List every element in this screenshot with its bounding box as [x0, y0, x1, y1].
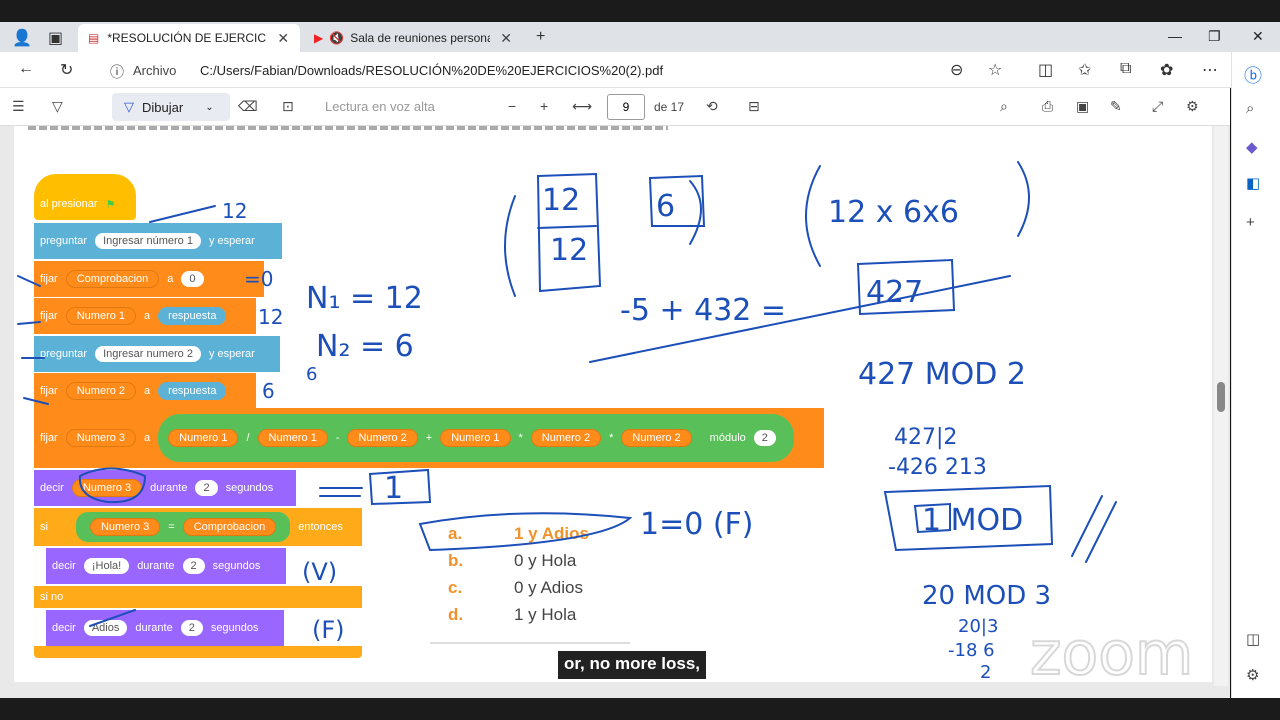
- minimize-icon[interactable]: —: [1168, 28, 1182, 44]
- subtitle-caption: or, no more loss,: [558, 651, 707, 679]
- scrollbar-thumb[interactable]: [1217, 382, 1225, 412]
- ink-div-e: 2: [980, 662, 991, 683]
- draw-button[interactable]: ▽ Dibujar ⌄: [112, 93, 230, 121]
- extensions-icon[interactable]: ✿: [1160, 60, 1173, 80]
- text-icon[interactable]: ⊡: [282, 98, 294, 115]
- ink-div-c: 20|3: [958, 616, 998, 637]
- collections-icon[interactable]: ⧉: [1120, 60, 1131, 78]
- zoom-watermark: zoom: [1030, 619, 1193, 689]
- tab-pdf[interactable]: ▤ *RESOLUCIÓN DE EJERCICIOS (2) ✕: [78, 24, 300, 52]
- pdf-toolbar: ☰ ▽ ▽ Dibujar ⌄ ⌫ ⊡ Lectura en voz alta …: [0, 88, 1230, 126]
- scrollbar[interactable]: [1214, 126, 1228, 686]
- ink-v: (V): [302, 558, 337, 586]
- tab-actions-icon[interactable]: ▣: [48, 28, 63, 48]
- ink-line2: -5 + 432 =: [620, 293, 786, 328]
- pdf-icon: ▤: [88, 31, 100, 45]
- zoom-icon[interactable]: ⊖: [950, 60, 963, 80]
- ink-eq-zero: =0: [244, 267, 273, 291]
- page-total: de 17: [654, 100, 685, 114]
- more-icon[interactable]: ⋯: [1202, 60, 1218, 80]
- ink-twelve: 12: [258, 305, 283, 329]
- pen-icon: ▽: [124, 99, 134, 114]
- ink-six-small: 6: [306, 364, 317, 385]
- tab-strip: 👤 ▣ ▤ *RESOLUCIÓN DE EJERCICIOS (2) ✕ ▶ …: [0, 22, 1280, 52]
- ink-div-b: -426 213: [888, 455, 987, 480]
- ink-result: 427: [866, 275, 923, 310]
- fit-page-icon[interactable]: ⟷: [572, 98, 592, 115]
- back-icon[interactable]: ←: [18, 60, 34, 78]
- favorites-icon[interactable]: ✩: [1078, 60, 1091, 80]
- ink-n2: N₂ = 6: [316, 329, 414, 364]
- ink-six-box: 6: [656, 189, 675, 224]
- refresh-icon[interactable]: ↻: [60, 60, 73, 80]
- outlook-icon[interactable]: ◧: [1246, 174, 1260, 192]
- highlight-icon[interactable]: ▽: [52, 98, 63, 115]
- screen-top-bar: [0, 0, 1280, 22]
- sidebar-toggle-icon[interactable]: ◫: [1246, 630, 1260, 648]
- ink-expr: 12 x 6x6: [828, 195, 959, 230]
- close-icon[interactable]: ✕: [500, 30, 512, 47]
- settings-icon[interactable]: ⚙: [1186, 98, 1199, 115]
- info-icon[interactable]: ⓘ: [110, 62, 124, 82]
- ink-six: 6: [262, 379, 275, 403]
- ink-mod1: 1 MOD: [922, 503, 1023, 538]
- fullscreen-icon[interactable]: ⤢: [1152, 98, 1163, 115]
- muted-icon: 🔇: [329, 31, 345, 45]
- address-bar: ← ↻ ⓘ Archivo C:/Users/Fabian/Downloads/…: [0, 52, 1280, 88]
- tab-title: *RESOLUCIÓN DE EJERCICIOS (2): [107, 31, 267, 45]
- shopping-icon[interactable]: ◆: [1246, 138, 1258, 156]
- zoom-out-icon[interactable]: −: [508, 98, 516, 114]
- erase-icon[interactable]: ⌫: [238, 98, 258, 115]
- tab-meeting[interactable]: ▶ 🔇 Sala de reuniones personal ✕: [304, 24, 526, 52]
- ink-div-a: 427|2: [894, 425, 957, 450]
- zoom-in-icon[interactable]: +: [540, 98, 548, 114]
- ink-den: 12: [550, 233, 588, 268]
- close-window-icon[interactable]: ✕: [1252, 28, 1264, 45]
- search-icon[interactable]: ⌕: [1246, 100, 1254, 117]
- ink-mod3: 20 MOD 3: [922, 581, 1051, 611]
- tab-title: Sala de reuniones personal: [350, 31, 491, 45]
- rotate-icon[interactable]: ⟲: [706, 98, 718, 115]
- add-icon[interactable]: +: [1246, 214, 1255, 231]
- ink-mod-line: 427 MOD 2: [858, 357, 1026, 392]
- save-icon[interactable]: ▣: [1076, 98, 1089, 115]
- ink-n1: N₁ = 12: [306, 281, 423, 316]
- save-as-icon[interactable]: ✎: [1110, 98, 1122, 115]
- settings-icon[interactable]: ⚙: [1246, 666, 1259, 684]
- draw-label: Dibujar: [142, 99, 184, 115]
- ink-one-box: 1: [384, 471, 403, 506]
- close-icon[interactable]: ✕: [277, 30, 289, 47]
- edge-sidebar: ⓑ ⌕ ◆ ◧ + ◫ ⚙: [1231, 52, 1280, 698]
- ink-num: 12: [542, 183, 580, 218]
- page-number-input[interactable]: 9: [607, 94, 645, 120]
- search-icon[interactable]: ⌕: [1000, 98, 1008, 115]
- profile-icon[interactable]: 👤: [12, 28, 32, 48]
- favorite-icon[interactable]: ☆: [988, 60, 1002, 80]
- print-icon[interactable]: ⎙: [1042, 98, 1053, 115]
- read-aloud-button[interactable]: Lectura en voz alta: [325, 99, 435, 114]
- chevron-down-icon: ⌄: [205, 101, 214, 113]
- split-screen-icon[interactable]: ◫: [1038, 60, 1053, 80]
- page-view-icon[interactable]: ⊟: [748, 98, 760, 115]
- ink-eq-f: 1=0 (F): [640, 507, 754, 542]
- url-field[interactable]: C:/Users/Fabian/Downloads/RESOLUCIÓN%20D…: [200, 63, 663, 78]
- ink-f: (F): [312, 616, 345, 644]
- ink-twelve-top: 12: [222, 199, 247, 223]
- screen-bottom-bar: [0, 698, 1280, 720]
- contents-icon[interactable]: ☰: [12, 98, 25, 115]
- restore-icon[interactable]: ❐: [1208, 28, 1221, 45]
- pdf-viewport: al presionar ⚑ preguntar Ingresar número…: [0, 126, 1230, 698]
- file-scheme-label: Archivo: [133, 63, 177, 78]
- ink-div-d: -18 6: [948, 640, 995, 661]
- new-tab-icon[interactable]: +: [536, 28, 545, 46]
- youtube-icon: ▶: [314, 31, 324, 45]
- bing-icon[interactable]: ⓑ: [1244, 62, 1262, 88]
- ink-annotations: N₁ = 12 N₂ = 6 =0 12 12 6 6 12 12 6 12 x…: [17, 161, 1194, 690]
